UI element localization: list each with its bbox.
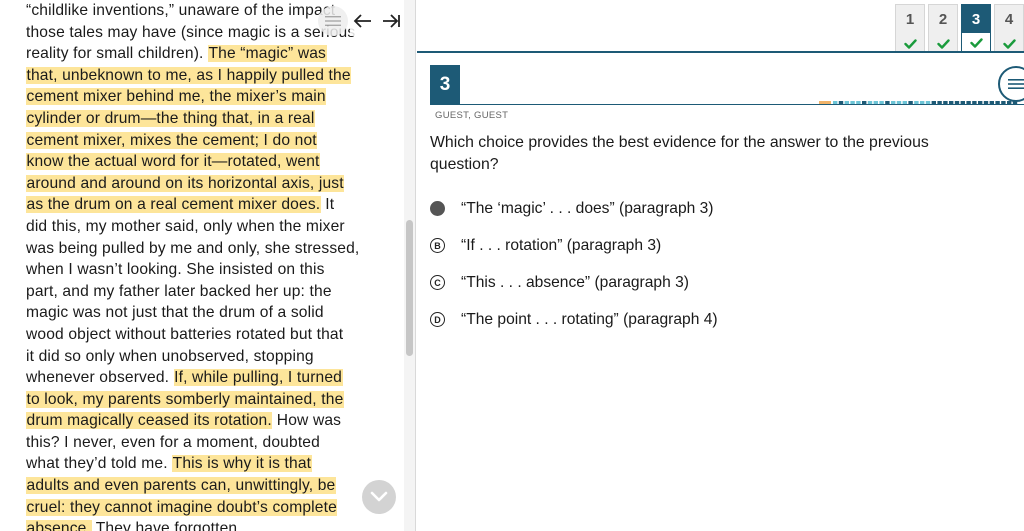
user-label: GUEST, GUEST	[435, 110, 509, 121]
chevron-down-icon[interactable]	[362, 480, 396, 514]
passage-text-segment: what they’d told me.	[26, 455, 173, 473]
answer-option-c[interactable]: C “This . . . absence” (paragraph 3)	[430, 264, 990, 301]
passage-text-segment: “childlike inventions,” unaware of the i…	[26, 2, 336, 19]
passage-text-segment: reality for small children).	[26, 45, 208, 63]
passage-line: cement mixer, mixes the cement; I do not	[26, 130, 400, 152]
question-text: Which choice provides the best evidence …	[430, 134, 929, 173]
highlighted-text: that, unbeknown to me, as I happily pull…	[26, 66, 352, 84]
passage-line: this? I never, even for a moment, doubte…	[26, 432, 400, 454]
question-tab-3[interactable]: 3	[961, 4, 991, 52]
highlighted-text: cylinder or drum—the thing that, in a re…	[26, 109, 315, 127]
passage-text: “childlike inventions,” unaware of the i…	[26, 0, 400, 531]
passage-text-segment: magic was not just that the drum of a so…	[26, 304, 324, 322]
answer-options: “The ‘magic’ . . . does” (paragraph 3) B “…	[430, 190, 990, 338]
passage-text-segment: it did so only when unobserved, stopping	[26, 347, 314, 365]
passage-line: that, unbeknown to me, as I happily pull…	[26, 65, 400, 87]
highlighted-text: drum magically ceased its rotation.	[26, 412, 273, 430]
checkmark-icon	[962, 33, 990, 52]
passage-text-segment: wood object without batteries rotated bu…	[26, 325, 344, 343]
passage-line: adults and even parents can, unwittingly…	[26, 475, 400, 497]
option-text: “The ‘magic’ . . . does” (paragraph 3)	[461, 199, 714, 217]
highlighted-text: cement mixer, mixes the cement; I do not	[26, 131, 318, 149]
option-radio[interactable]: B	[430, 238, 445, 253]
highlighted-text: cruel: they cannot imagine doubt’s compl…	[26, 498, 338, 516]
question-tab-number: 4	[1004, 11, 1014, 28]
answer-option-d[interactable]: D “The point . . . rotating” (paragraph 4…	[430, 301, 990, 338]
question-tabs: 1 2 3 4	[895, 4, 1024, 52]
option-text: “The point . . . rotating” (paragraph 4)	[461, 310, 718, 328]
passage-text-segment: did this, my mother said, only when the …	[26, 217, 345, 235]
option-text: “If . . . rotation” (paragraph 3)	[461, 236, 662, 254]
passage-line: around and around on its horizontal axis…	[26, 173, 400, 195]
arrow-left-icon[interactable]	[350, 6, 376, 36]
option-text: “This . . . absence” (paragraph 3)	[461, 273, 689, 291]
passage-text-segment: part, and my father later backed her up:…	[26, 282, 332, 300]
passage-line: did this, my mother said, only when the …	[26, 216, 400, 238]
passage-pane[interactable]: “childlike inventions,” unaware of the i…	[0, 0, 404, 531]
highlighted-text: as the drum on a real cement mixer does.	[26, 196, 321, 214]
passage-line: cruel: they cannot imagine doubt’s compl…	[26, 497, 400, 519]
passage-line: drum magically ceased its rotation. How …	[26, 410, 400, 432]
question-tab-4[interactable]: 4	[994, 4, 1024, 52]
passage-text-segment: It	[320, 196, 335, 214]
passage-line: magic was not just that the drum of a so…	[26, 302, 400, 324]
question-pane: 1 2 3 4 3 GUEST, GUEST Which choice provide…	[417, 0, 1024, 531]
arrow-right-icon[interactable]	[378, 6, 404, 36]
highlighted-text: adults and even parents can, unwittingly…	[26, 477, 336, 495]
passage-toolbar	[318, 6, 418, 36]
answer-option-a[interactable]: “The ‘magic’ . . . does” (paragraph 3)	[430, 190, 990, 227]
passage-line: reality for small children). The “magic”…	[26, 43, 400, 65]
passage-line: as the drum on a real cement mixer does.…	[26, 194, 400, 216]
option-radio[interactable]: D	[430, 312, 445, 327]
question-number: 3	[430, 65, 460, 105]
header-divider	[417, 51, 1024, 53]
question-header-rule	[430, 104, 1024, 105]
question-tab-number: 3	[971, 11, 981, 28]
highlighted-text: cement mixer behind me, the mixer’s main	[26, 88, 327, 106]
passage-text-segment: those tales may have (since magic is a s…	[26, 23, 356, 41]
selected-radio[interactable]	[430, 201, 445, 216]
passage-scrollbar-thumb[interactable]	[406, 220, 413, 356]
passage-line: what they’d told me. This is why it is t…	[26, 453, 400, 475]
passage-text-segment: was being pulled by me and only, she str…	[26, 239, 360, 257]
passage-line: to look, my parents somberly maintained,…	[26, 389, 400, 411]
passage-text-segment: whenever observed.	[26, 369, 174, 387]
passage-line: it did so only when unobserved, stopping	[26, 346, 400, 368]
passage-text-segment: How was	[272, 412, 342, 430]
highlighted-text: The “magic” was	[208, 45, 327, 63]
highlighted-text: to look, my parents somberly maintained,…	[26, 390, 344, 408]
question-tab-number: 1	[905, 11, 915, 28]
passage-text-segment: this? I never, even for a moment, doubte…	[26, 433, 320, 451]
highlighted-text: know the actual word for it—rotated, wen…	[26, 153, 321, 171]
highlighted-text: If, while pulling, I turned	[173, 369, 343, 387]
passage-line: absence. They have forgotten.	[26, 518, 400, 531]
highlighted-text: This is why it is that	[172, 455, 312, 473]
passage-line: part, and my father later backed her up:…	[26, 281, 400, 303]
passage-line: when I wasn’t looking. She insisted on t…	[26, 259, 400, 281]
passage-text-segment: when I wasn’t looking. She insisted on t…	[26, 261, 325, 279]
question-tab-number: 2	[938, 11, 948, 28]
passage-line: cement mixer behind me, the mixer’s main	[26, 86, 400, 108]
answer-option-b[interactable]: B “If . . . rotation” (paragraph 3)	[430, 227, 990, 264]
passage-line: whenever observed. If, while pulling, I …	[26, 367, 400, 389]
passage-line: was being pulled by me and only, she str…	[26, 238, 400, 260]
text-lines-icon[interactable]	[318, 6, 348, 36]
menu-icon[interactable]	[998, 66, 1024, 102]
passage-line: cylinder or drum—the thing that, in a re…	[26, 108, 400, 130]
highlighted-text: absence.	[26, 520, 92, 531]
question-tab-1[interactable]: 1	[895, 4, 925, 52]
passage-text-segment: They have forgotten.	[91, 520, 242, 531]
option-radio[interactable]: C	[430, 275, 445, 290]
question-tab-2[interactable]: 2	[928, 4, 958, 52]
passage-line: wood object without batteries rotated bu…	[26, 324, 400, 346]
passage-line: know the actual word for it—rotated, wen…	[26, 151, 400, 173]
highlighted-text: around and around on its horizontal axis…	[26, 174, 345, 192]
